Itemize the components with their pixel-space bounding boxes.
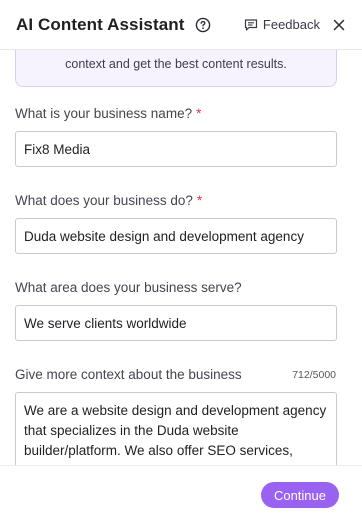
continue-button[interactable]: Continue (260, 482, 339, 508)
panel-header: AI Content Assistant Feedback (0, 0, 362, 50)
panel-footer: Continue (0, 465, 362, 521)
business-name-input[interactable] (15, 131, 337, 167)
required-mark: * (196, 193, 203, 208)
business-area-label: What area does your business serve? (15, 280, 242, 295)
business-area-input[interactable] (15, 305, 337, 341)
business-context-textarea[interactable]: We are a website design and development … (15, 392, 337, 465)
business-context-label: Give more context about the business (15, 367, 242, 382)
close-icon[interactable] (332, 18, 346, 32)
required-mark: * (196, 106, 202, 121)
business-does-label-text: What does your business do? (15, 193, 193, 208)
business-context-label-text: Give more context about the business (15, 367, 242, 382)
message-square-icon (244, 18, 258, 32)
business-does-input[interactable] (15, 218, 337, 254)
panel-title: AI Content Assistant (16, 14, 185, 34)
business-name-label: What is your business name? * (15, 106, 201, 121)
feedback-label: Feedback (262, 17, 320, 32)
business-name-label-text: What is your business name? (15, 106, 193, 121)
business-does-label: What does your business do? * (15, 193, 202, 208)
help-circle-icon[interactable] (195, 17, 211, 33)
info-banner-text: context and get the best content results… (65, 57, 287, 71)
feedback-button[interactable]: Feedback (244, 17, 320, 32)
business-area-label-text: What area does your business serve? (15, 280, 242, 295)
info-banner: context and get the best content results… (15, 50, 337, 87)
character-counter: 712/5000 (292, 369, 336, 381)
form-scroll-area[interactable]: context and get the best content results… (0, 50, 362, 465)
